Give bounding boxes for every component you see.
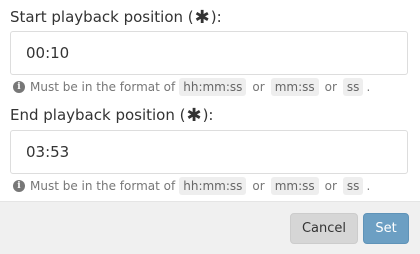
help-or: or [252,179,265,193]
format-ss: ss [342,177,364,195]
format-mmss: mm:ss [270,177,319,195]
start-position-label-suffix: ): [210,8,222,26]
dialog-footer: Cancel Set [0,201,420,254]
help-prefix: Must be in the format of [30,80,176,94]
end-position-input[interactable] [10,130,408,174]
start-position-input[interactable] [10,31,408,75]
start-position-label-text: Start playback position ( [10,8,194,26]
format-hhmmss: hh:mm:ss [179,177,247,195]
required-asterisk-icon: ✱ [186,105,202,126]
help-period: . [366,179,371,193]
end-position-help: i Must be in the format of hh:mm:ss or m… [13,175,370,197]
format-ss: ss [342,78,364,96]
cancel-button[interactable]: Cancel [290,213,358,244]
dialog-body: Start playback position (✱): i Must be i… [0,0,420,201]
end-position-label-text: End playback position ( [10,106,186,124]
help-prefix: Must be in the format of [30,179,176,193]
playback-position-dialog: Start playback position (✱): i Must be i… [0,0,420,254]
format-mmss: mm:ss [270,78,319,96]
start-position-help: i Must be in the format of hh:mm:ss or m… [13,76,370,98]
help-period: . [366,80,371,94]
format-hhmmss: hh:mm:ss [179,78,247,96]
info-icon: i [13,180,25,192]
help-or: or [252,80,265,94]
help-or: or [324,179,337,193]
required-asterisk-icon: ✱ [194,7,210,28]
end-position-label: End playback position (✱): [10,105,214,126]
end-position-label-suffix: ): [202,106,214,124]
help-or: or [324,80,337,94]
info-icon: i [13,81,25,93]
start-position-label: Start playback position (✱): [10,7,222,28]
set-button[interactable]: Set [363,213,409,244]
